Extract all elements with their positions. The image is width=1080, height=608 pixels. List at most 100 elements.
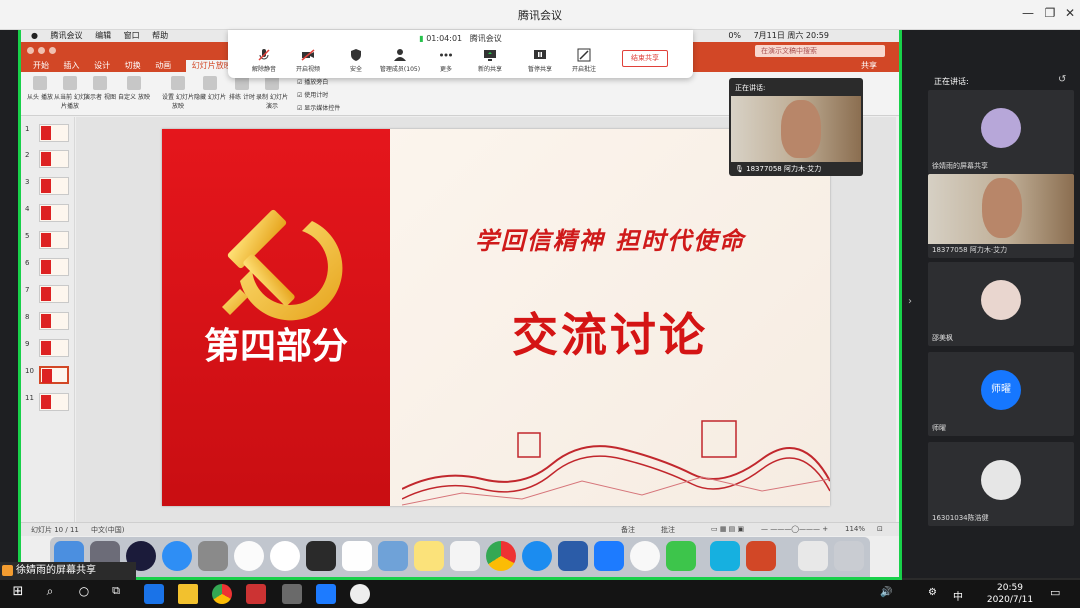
collapse-panel-icon[interactable]: › <box>908 296 912 307</box>
document-icon[interactable] <box>798 541 828 571</box>
checkbox-timing[interactable]: ☑ 使用计时 <box>297 90 328 99</box>
reminders-icon[interactable] <box>450 541 480 571</box>
calendar-icon[interactable] <box>342 541 372 571</box>
ppt-share-button[interactable]: 共享 <box>861 60 877 72</box>
chrome-icon[interactable] <box>486 541 516 571</box>
file-explorer-icon[interactable] <box>178 584 198 604</box>
comments-button[interactable]: 批注 <box>661 525 675 535</box>
slide-canvas[interactable]: 第四部分 学回信精神 担时代使命 交流讨论 <box>76 117 896 522</box>
settings-icon[interactable] <box>198 541 228 571</box>
notes-icon[interactable] <box>414 541 444 571</box>
hide-slide-button[interactable]: 隐藏 幻灯片 <box>193 76 227 101</box>
pause-share-button[interactable]: 暂停共享 <box>518 48 562 73</box>
active-speaker-card[interactable]: 正在讲话: 🎙 18377058 阿力木·艾力 <box>729 78 863 176</box>
slide-thumb[interactable]: 9 <box>23 336 73 360</box>
more-button[interactable]: 更多 <box>424 48 468 73</box>
security-button[interactable]: 安全 <box>334 48 378 73</box>
edge-icon[interactable] <box>144 584 164 604</box>
participant-tile[interactable]: 徐婧雨的屏幕共享 <box>928 90 1074 174</box>
slide-thumb[interactable]: 7 <box>23 282 73 306</box>
mac-menu-item[interactable]: 窗口 <box>124 30 140 42</box>
tab-animations[interactable]: 动画 <box>155 60 171 72</box>
notes-button[interactable]: 备注 <box>621 525 635 535</box>
powerpoint-icon[interactable] <box>746 541 776 571</box>
music-icon[interactable] <box>234 541 264 571</box>
taskbar-clock[interactable]: 20:59 2020/7/11 <box>980 582 1040 606</box>
slide-thumb[interactable]: 6 <box>23 255 73 279</box>
mac-menu-item[interactable]: 帮助 <box>152 30 168 42</box>
play-from-current-button[interactable]: 从当前 幻灯片播放 <box>53 76 87 110</box>
custom-show-button[interactable]: 自定义 放映 <box>117 76 151 101</box>
new-share-button[interactable]: 新的共享 <box>468 48 512 73</box>
mac-close-dot[interactable] <box>27 47 34 54</box>
taskbar-app-icon[interactable] <box>246 584 266 604</box>
mac-zoom-dot[interactable] <box>49 47 56 54</box>
switch-layout-icon[interactable]: ↺ <box>1058 74 1066 85</box>
search-icon[interactable]: ⌕ <box>40 584 60 604</box>
apple-icon[interactable]: ● <box>31 30 38 42</box>
rehearse-timing-button[interactable]: 排练 计时 <box>225 76 259 101</box>
slide-thumb[interactable]: 4 <box>23 201 73 225</box>
slide-thumb[interactable]: 5 <box>23 228 73 252</box>
tencent-meeting-icon[interactable] <box>594 541 624 571</box>
participant-tile[interactable]: 16301034陈浩健 <box>928 442 1074 526</box>
trash-icon[interactable] <box>834 541 864 571</box>
view-buttons[interactable]: ▭ ▦ ▤ ▣ <box>711 525 744 533</box>
tab-transitions[interactable]: 切换 <box>125 60 141 72</box>
network-icon[interactable]: ⚙ <box>928 587 937 598</box>
presenter-view-button[interactable]: 演示者 视图 <box>83 76 117 101</box>
end-share-button[interactable]: 结束共享 <box>622 50 668 67</box>
preview-icon[interactable] <box>378 541 408 571</box>
zoom-slider[interactable]: — ———◯——— + <box>761 525 828 533</box>
taskbar-app-icon[interactable] <box>350 584 370 604</box>
play-from-start-button[interactable]: 从头 播放 <box>23 76 57 101</box>
mac-menu-item[interactable]: 编辑 <box>95 30 111 42</box>
cortana-icon[interactable]: ○ <box>74 584 94 604</box>
tab-insert[interactable]: 插入 <box>64 60 80 72</box>
video-player-icon[interactable] <box>710 541 740 571</box>
wechat-icon[interactable] <box>666 541 696 571</box>
tab-home[interactable]: 开始 <box>33 60 49 72</box>
current-slide[interactable]: 第四部分 学回信精神 担时代使命 交流讨论 <box>162 129 830 506</box>
task-view-icon[interactable]: ⧉ <box>106 584 126 604</box>
display-icon[interactable] <box>306 541 336 571</box>
participant-tile[interactable]: 师曜 师曜 <box>928 352 1074 436</box>
checkbox-media-controls[interactable]: ☑ 显示媒体控件 <box>297 103 340 112</box>
slide-thumb[interactable]: 3 <box>23 174 73 198</box>
tencent-meeting-taskbar-icon[interactable] <box>316 584 336 604</box>
store-icon[interactable] <box>282 584 302 604</box>
unmute-button[interactable]: 解除静音 <box>242 48 286 73</box>
manage-members-button[interactable]: 管理成员(105) <box>378 48 422 73</box>
participant-tile[interactable]: 18377058 阿力木·艾力 <box>928 174 1074 258</box>
slide-thumb[interactable]: 2 <box>23 147 73 171</box>
app-store-icon[interactable] <box>522 541 552 571</box>
slide-thumb[interactable]: 1 <box>23 121 73 145</box>
minimize-icon[interactable]: — <box>1018 6 1038 20</box>
participant-tile[interactable]: 邵美枫 <box>928 262 1074 346</box>
slide-thumb[interactable]: 11 <box>23 390 73 414</box>
setup-show-button[interactable]: 设置 幻灯片放映 <box>161 76 195 110</box>
zoom-level[interactable]: 114% <box>845 525 865 533</box>
safari-icon[interactable] <box>162 541 192 571</box>
checkbox-narration[interactable]: ☑ 播放旁白 <box>297 77 328 86</box>
restore-icon[interactable]: ❐ <box>1040 6 1060 20</box>
fit-icon[interactable]: ⊡ <box>877 525 883 533</box>
mac-minimize-dot[interactable] <box>38 47 45 54</box>
slide-thumb-selected[interactable]: 10 <box>23 363 73 387</box>
start-video-button[interactable]: 开启视频 <box>286 48 330 73</box>
chrome-icon[interactable] <box>212 584 232 604</box>
mac-menu-item[interactable]: 腾讯会议 <box>51 30 83 42</box>
word-icon[interactable] <box>558 541 588 571</box>
record-show-button[interactable]: 录制 幻灯片演示 <box>255 76 289 110</box>
qq-icon[interactable] <box>630 541 660 571</box>
ime-indicator[interactable]: 中 <box>953 588 963 603</box>
tab-design[interactable]: 设计 <box>94 60 110 72</box>
photos-icon[interactable] <box>270 541 300 571</box>
slide-thumb[interactable]: 8 <box>23 309 73 333</box>
notification-icon[interactable]: ▭ <box>1050 586 1060 599</box>
close-icon[interactable]: ✕ <box>1060 6 1080 20</box>
annotate-button[interactable]: 开启批注 <box>562 48 606 73</box>
windows-start-icon[interactable]: ⊞ <box>8 584 28 604</box>
volume-icon[interactable]: 🔊 <box>880 587 892 598</box>
ppt-search-input[interactable]: 在演示文稿中搜索 <box>755 45 885 57</box>
